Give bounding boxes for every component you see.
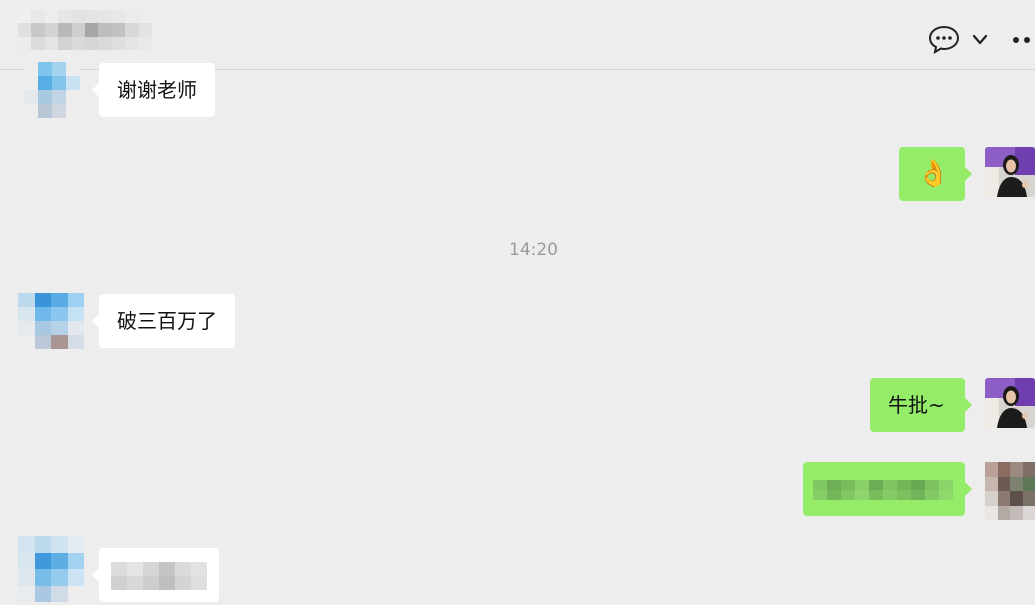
pixelated-text (813, 480, 953, 500)
message-bubble-sent: 牛批~ (870, 378, 972, 432)
ok-hand-emoji-icon: 👌 (917, 159, 950, 189)
contact-avatar[interactable] (18, 536, 84, 602)
chat-bubble-icon[interactable] (928, 24, 960, 54)
chevron-down-icon[interactable] (972, 32, 988, 46)
message-text: 牛批~ (888, 393, 945, 417)
contact-avatar[interactable] (24, 62, 80, 118)
message-text: 破三百万了 (117, 309, 217, 333)
my-avatar-pixelated[interactable] (985, 462, 1035, 520)
timestamp: 14:20 (509, 240, 558, 260)
message-bubble-sent: 👌 (899, 147, 972, 201)
message-bubble-received: 谢谢老师 (92, 63, 215, 117)
my-avatar[interactable] (985, 147, 1035, 197)
my-avatar[interactable] (985, 378, 1035, 428)
message-bubble-sent-pixelated (803, 462, 972, 516)
pixelated-text (111, 562, 207, 590)
message-bubble-received-pixelated (92, 548, 219, 602)
message-bubble-received: 破三百万了 (92, 294, 235, 348)
more-icon[interactable] (1012, 32, 1035, 46)
contact-avatar[interactable] (18, 293, 84, 349)
chat-header (0, 0, 1035, 70)
message-text: 谢谢老师 (117, 78, 197, 102)
chat-title-pixelated (18, 10, 152, 50)
